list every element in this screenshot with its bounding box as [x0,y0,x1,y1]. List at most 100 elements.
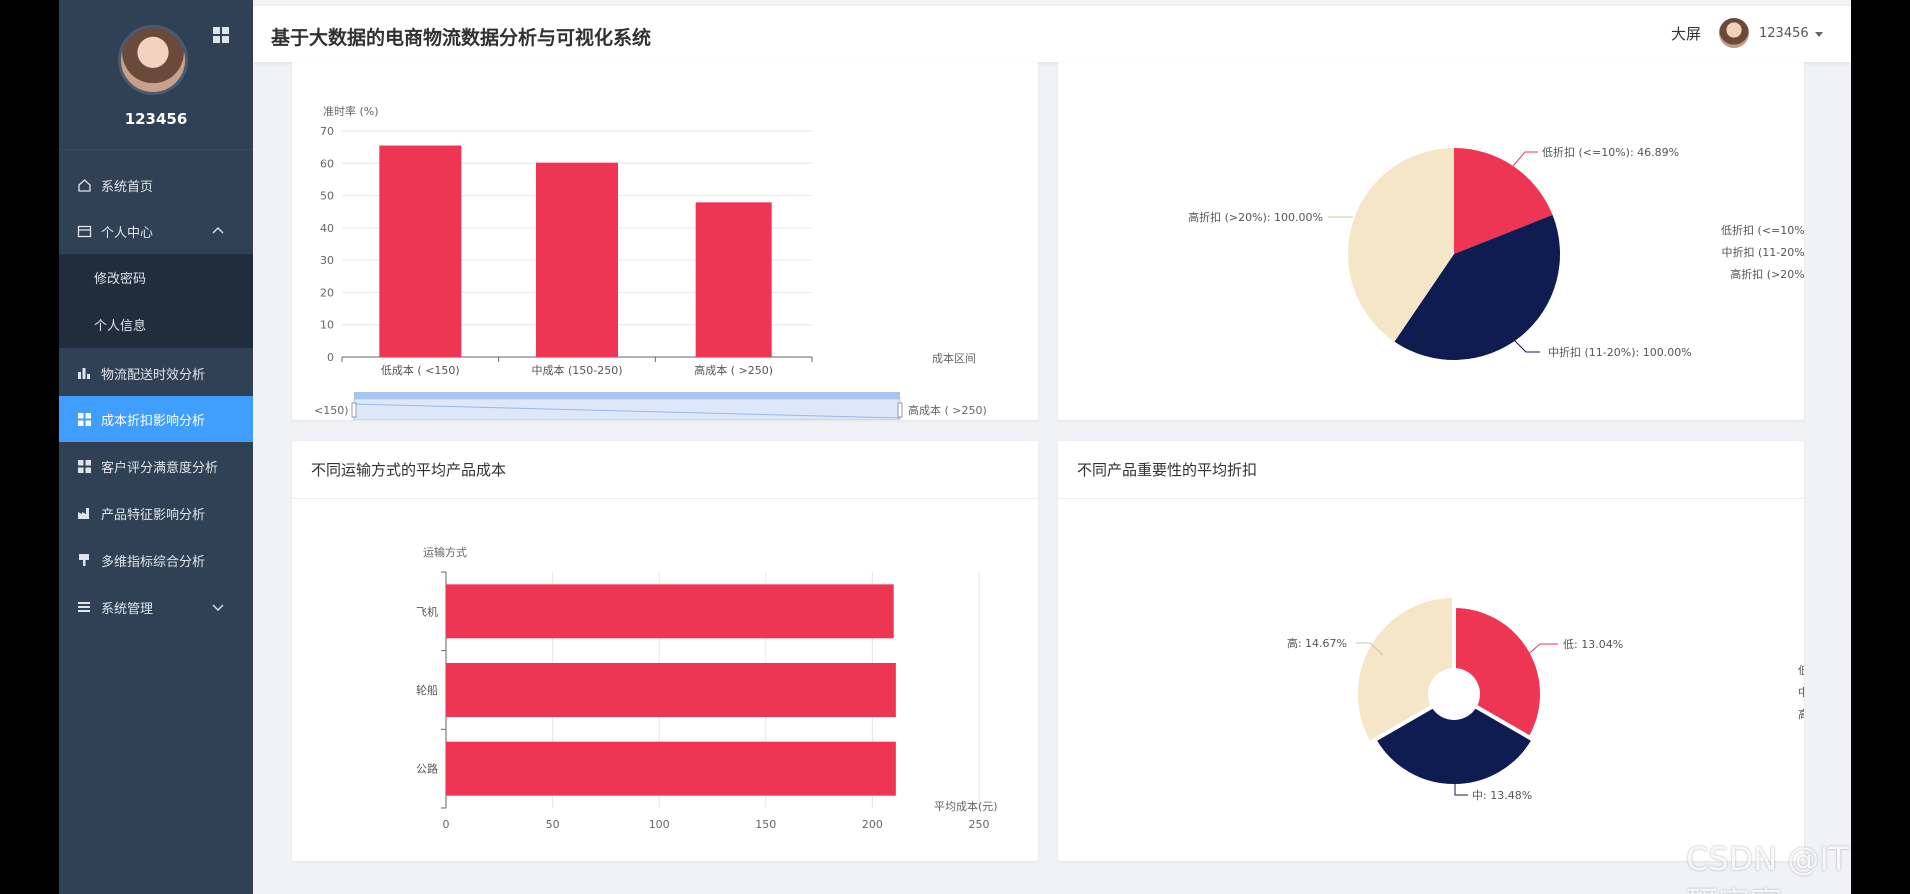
sidebar-username: 123456 [124,110,188,128]
legend-label[interactable]: 高 [1798,707,1804,721]
y-tick-label: 20 [320,286,334,299]
x-tick-label: 150 [755,818,776,831]
factory-icon [76,505,92,521]
datazoom-handle-right[interactable] [897,402,903,418]
x-tick-label: 低成本 ( <150) [381,363,460,377]
y-tick-label: 公路 [416,763,438,776]
donut-chart-importance: 低: 13.04% 中: 13.48% 高: 14.67% 低中高 [1287,594,1804,802]
panel-ontime-by-cost: 准时率 (%) 0 10 20 30 40 50 60 70 低成本 ( <150) 中成本 (… [292,62,1038,420]
y-tick-label: 50 [320,190,334,203]
sidebar-item-label: 物流配送时效分析 [101,367,206,383]
sidebar-item-home[interactable]: 系统首页 [59,162,253,208]
datazoom-handle-left[interactable] [351,402,357,418]
label-leader-line [1512,151,1538,167]
sidebar-item-product-features[interactable]: 产品特征影响分析 [59,490,253,536]
grid-icon [76,411,92,427]
sidebar-item-system-management[interactable]: 系统管理 [59,584,253,630]
header-username[interactable]: 123456 [1759,26,1809,41]
panel-importance-discount: 不同产品重要性的平均折扣 低: 13.04% 中: 13.48% 高: 14.67%… [1058,441,1804,861]
sidebar: 123456 系统首页 个人中心 修改密码 个人信息 物流配送时效分析 成本折扣… [59,0,253,894]
y-axis-title: 准时率 (%) [323,104,379,118]
y-tick-label: 轮船 [416,683,438,697]
bar[interactable] [446,663,896,717]
slice-label: 低: 13.04% [1563,638,1623,651]
sidebar-item-label: 个人中心 [101,225,154,241]
sidebar-item-label: 多维指标综合分析 [101,554,206,570]
sidebar-item-change-password[interactable]: 修改密码 [59,254,253,300]
legend-label[interactable]: 中折扣 (11-20%) [1722,245,1805,259]
slice-label: 低折扣 (<=10%): 46.89% [1542,145,1679,159]
legend-label[interactable]: 中 [1798,686,1804,699]
y-tick-label: 60 [320,157,334,170]
bar[interactable] [446,584,894,639]
sidebar-item-label: 客户评分满意度分析 [101,460,219,476]
datazoom-end-label: 高成本 ( >250) [908,403,987,417]
sidebar-item-customer-rating[interactable]: 客户评分满意度分析 [59,443,253,489]
x-tick-label: 50 [546,818,560,831]
slice-label: 中折扣 (11-20%): 100.00% [1548,345,1692,359]
header-avatar[interactable] [1719,18,1749,48]
panel-discount-pie: 低折扣 (<=10%): 46.89% 中折扣 (11-20%): 100.00%… [1058,62,1804,420]
page-title: 基于大数据的电商物流数据分析与可视化系统 [271,27,652,49]
sidebar-item-label: 系统首页 [101,179,154,195]
sidebar-item-delivery-analysis[interactable]: 物流配送时效分析 [59,350,253,396]
home-icon [76,177,92,193]
brush-icon [76,552,92,568]
slice-label: 高: 14.67% [1287,636,1347,650]
sidebar-item-multi-dimension[interactable]: 多维指标综合分析 [59,537,253,583]
bar[interactable] [695,202,772,357]
card-icon [76,223,92,239]
bar[interactable] [379,145,462,357]
legend-label[interactable]: 低 [1798,664,1804,677]
x-tick-label: 0 [443,818,450,831]
legend-label[interactable]: 低折扣 (<=10%) [1721,223,1804,237]
datazoom-start-label: <150) [314,404,349,417]
sidebar-profile: 123456 [59,0,253,150]
pie-chart-discount: 低折扣 (<=10%): 46.89% 中折扣 (11-20%): 100.00%… [1188,145,1805,360]
legend-label[interactable]: 高折扣 (>20%) [1730,267,1804,281]
bigscreen-link[interactable]: 大屏 [1671,23,1701,44]
avatar[interactable] [118,25,188,95]
y-tick-label: 飞机 [416,604,438,618]
x-tick-label: 中成本 (150-250) [531,363,622,377]
hbar-chart-shipping: 运输方式 0 50 100 150 200 250 飞机轮船公路 平均成本(元) [416,545,998,831]
bar[interactable] [446,741,896,796]
app-window: 123456 系统首页 个人中心 修改密码 个人信息 物流配送时效分析 成本折扣… [59,0,1851,894]
y-tick-label: 0 [327,351,334,364]
sidebar-item-label: 个人信息 [94,318,147,334]
x-tick-label: 250 [969,818,990,831]
y-tick-label: 70 [320,125,334,138]
x-tick-label: 高成本 ( >250) [694,363,773,377]
list-icon [76,599,92,615]
caret-down-icon[interactable] [1815,32,1823,37]
x-tick-label: 200 [862,818,883,831]
watermark: CSDN @IT研究室 [1686,840,1849,894]
grid-icon[interactable] [212,26,230,44]
sidebar-item-label: 系统管理 [101,601,154,617]
datazoom-track[interactable] [354,392,900,399]
bar-chart-ontime: 准时率 (%) 0 10 20 30 40 50 60 70 低成本 ( <150) 中成本 (… [314,104,987,420]
sidebar-item-label: 产品特征影响分析 [101,507,206,523]
bar[interactable] [536,162,618,357]
x-axis-title: 平均成本(元) [934,799,998,813]
chevron-down-icon [212,604,224,611]
slice-label: 高折扣 (>20%): 100.00% [1188,210,1323,224]
y-tick-label: 40 [320,222,334,235]
chevron-up-icon [212,227,224,234]
y-axis-title: 运输方式 [423,545,467,559]
datazoom-window[interactable] [353,398,901,420]
sidebar-item-cost-discount[interactable]: 成本折扣影响分析 [59,396,253,442]
label-leader-line [1512,338,1540,353]
panel-shipping-cost: 不同运输方式的平均产品成本 运输方式 0 50 100 150 200 250 飞机 轮船公… [292,441,1038,861]
sidebar-item-personal-info[interactable]: 个人信息 [59,301,253,347]
y-tick-label: 10 [320,319,334,332]
x-tick-label: 100 [649,818,670,831]
bar-chart-icon [76,365,92,381]
y-tick-label: 30 [320,254,334,267]
slice-label: 中: 13.48% [1472,789,1532,802]
sidebar-item-label: 成本折扣影响分析 [101,413,206,429]
sidebar-item-personal-center[interactable]: 个人中心 [59,208,253,254]
sidebar-item-label: 修改密码 [94,271,147,287]
top-header: 基于大数据的电商物流数据分析与可视化系统 大屏 123456 [253,6,1851,62]
x-axis-title: 成本区间 [932,351,976,365]
